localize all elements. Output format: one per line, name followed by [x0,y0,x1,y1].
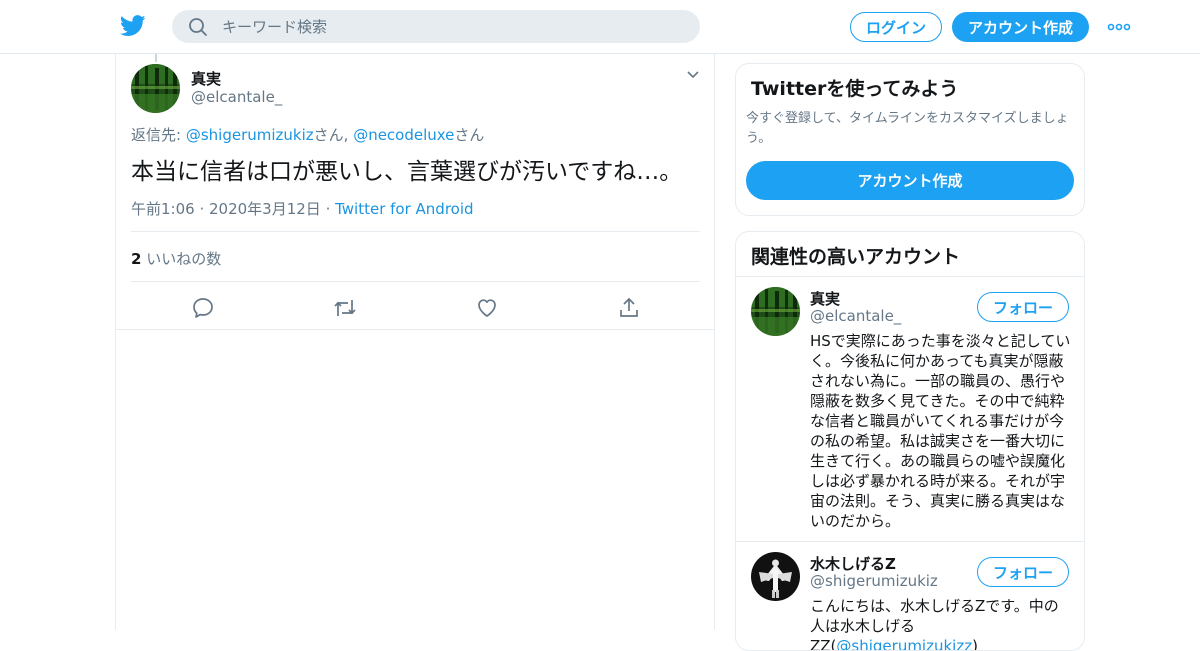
recommended-accounts-card: 関連性の高いアカウント 真実 @elcantale_ フォロー HSで実際にあっ… [735,231,1085,651]
author-avatar[interactable] [131,64,180,113]
forest-avatar-image [751,287,800,336]
reply-user-link[interactable]: @shigerumizukiz [186,126,314,144]
search-bar[interactable] [172,10,700,43]
author-handle[interactable]: @elcantale_ [191,88,282,106]
dancer-avatar-image [751,552,800,601]
tweet-detail-column: 真実 @elcantale_ 返信先: @shigerumizukizさん, @… [115,54,715,630]
like-count-label: いいねの数 [141,250,222,268]
bio-text: ) [972,637,978,651]
meta-separator: · [320,200,336,218]
signup-card-subtitle: 今すぐ登録して、タイムラインをカスタマイズしましょう。 [746,111,1069,146]
more-options-icon[interactable] [1106,20,1132,34]
reply-icon[interactable] [191,296,215,320]
top-nav-bar: ログイン アカウント作成 [0,0,1200,54]
account-name[interactable]: 水木しげるZ [810,553,896,574]
account-handle[interactable]: @shigerumizukiz [810,572,938,590]
reply-to-line: 返信先: @shigerumizukizさん, @necodeluxeさん [131,124,484,145]
login-button[interactable]: ログイン [850,12,942,42]
signup-card-title: Twitterを使ってみよう [751,78,959,100]
reply-prefix: 返信先: [131,126,186,144]
divider [131,231,700,232]
tweet-meta: 午前1:06 · 2020年3月12日 · Twitter for Androi… [131,198,474,219]
thread-connector [155,54,157,62]
like-count: 2 [131,250,142,268]
divider [736,541,1084,542]
retweet-icon[interactable] [333,296,357,320]
like-heart-icon[interactable] [475,296,499,320]
follow-button[interactable]: フォロー [977,292,1069,322]
account-bio: HSで実際にあった事を淡々と記していく。今後私に何かあっても真実が隠蔽されない為… [810,332,1071,530]
like-count-stat[interactable]: 2 いいねの数 [131,248,221,269]
reply-suffix: さん, [313,126,354,144]
account-avatar[interactable] [751,287,800,336]
search-input[interactable] [222,10,682,43]
account-name[interactable]: 真実 [810,288,840,309]
twitter-bird-icon[interactable] [120,14,146,38]
account-handle[interactable]: @elcantale_ [810,307,901,325]
divider [131,281,700,282]
recommended-title: 関連性の高いアカウント [751,246,961,268]
tweet-actions [116,286,714,330]
tweet-timestamp[interactable]: 午前1:06 · 2020年3月12日 [131,200,321,218]
search-icon [189,18,207,36]
account-bio: こんにちは、水木しげるZです。中の人は水木しげるZZ(@shigerumizuk… [810,596,1072,651]
tweet-text: 本当に信者は口が悪いし、言葉選びが汚いですね…。 [131,159,683,185]
reply-user-link[interactable]: @necodeluxe [353,126,454,144]
signup-promo-card: Twitterを使ってみよう 今すぐ登録して、タイムラインをカスタマイズしましょ… [735,63,1085,216]
chevron-down-icon[interactable] [686,70,700,80]
tweet-source-link[interactable]: Twitter for Android [335,200,473,218]
account-avatar[interactable] [751,552,800,601]
signup-card-button[interactable]: アカウント作成 [746,161,1074,200]
forest-avatar-image [131,64,180,113]
signup-button[interactable]: アカウント作成 [952,12,1089,42]
bio-mention-link[interactable]: @shigerumizukizz [836,637,972,650]
divider [736,276,1084,277]
share-icon[interactable] [617,296,641,320]
author-name[interactable]: 真実 [191,68,221,89]
follow-button[interactable]: フォロー [977,557,1069,587]
reply-suffix: さん [454,126,485,144]
